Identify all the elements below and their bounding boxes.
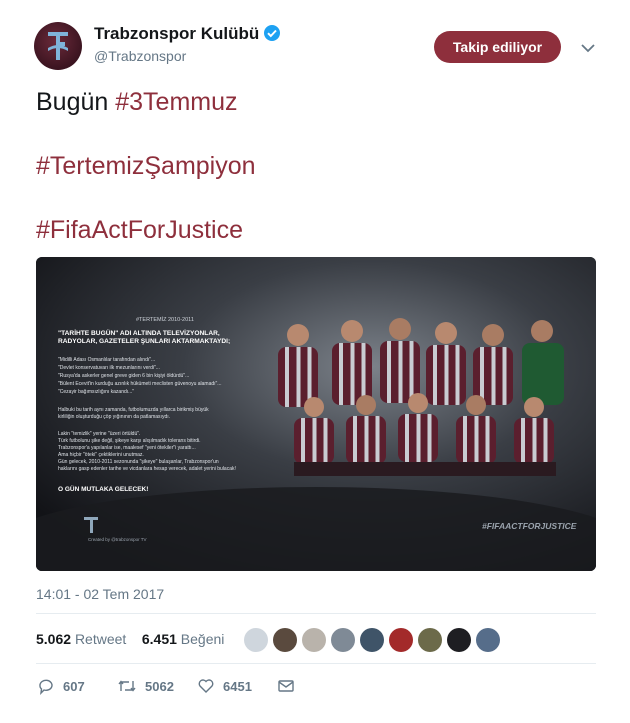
divider bbox=[36, 613, 596, 614]
tweet-timestamp[interactable]: 14:01 - 02 Tem 2017 bbox=[36, 586, 164, 602]
media-closing: O GÜN MUTLAKA GELECEK! bbox=[58, 484, 148, 493]
hashtag-link[interactable]: #FifaActForJustice bbox=[36, 216, 243, 244]
media-credit: Created by @trabzonspor TV bbox=[88, 537, 147, 542]
liker-avatar[interactable] bbox=[447, 628, 471, 652]
chevron-down-icon[interactable] bbox=[580, 40, 596, 56]
likes-stat[interactable]: 6.451 Beğeni bbox=[142, 631, 225, 647]
reply-action[interactable]: 607 bbox=[37, 677, 85, 695]
hashtag-link[interactable]: #3Temmuz bbox=[115, 88, 237, 116]
media-footer-hashtag: #FIFAACTFORJUSTICE bbox=[482, 521, 577, 531]
direct-message-action[interactable] bbox=[277, 677, 303, 695]
media-quote: "Bülent Ecevit'in kurduğu azınlık hüküme… bbox=[58, 381, 221, 387]
liker-avatar[interactable] bbox=[389, 628, 413, 652]
liker-avatar[interactable] bbox=[244, 628, 268, 652]
media-quote: "Cezayir bağımsızlığını kazandı..." bbox=[58, 389, 134, 395]
retweet-action[interactable]: 5062 bbox=[117, 677, 174, 695]
account-name[interactable]: Trabzonspor Kulübü bbox=[94, 24, 281, 44]
liker-avatar[interactable] bbox=[331, 628, 355, 652]
verified-badge-icon bbox=[264, 25, 281, 41]
liker-avatar[interactable] bbox=[302, 628, 326, 652]
account-handle[interactable]: @Trabzonspor bbox=[94, 48, 186, 64]
tweet-text-line: #TertemizŞampiyon bbox=[36, 152, 256, 181]
hashtag-link[interactable]: #TertemizŞampiyon bbox=[36, 152, 256, 180]
tweet-media-image[interactable]: #TERTEMİZ 2010-2011 "TARİHTE BUGÜN" ADI … bbox=[36, 257, 596, 571]
heart-icon bbox=[198, 679, 214, 693]
reply-icon bbox=[39, 679, 53, 695]
team-photo-graphic: #TERTEMİZ 2010-2011 "TARİHTE BUGÜN" ADI … bbox=[36, 257, 596, 571]
media-headline: "TARİHTE BUGÜN" ADI ALTINDA TELEVİZYONLA… bbox=[58, 328, 230, 345]
media-quote: "Rusya'da askerler genel greve giden 6 b… bbox=[58, 373, 189, 379]
following-button[interactable]: Takip ediliyor bbox=[434, 31, 561, 63]
media-quote: "Midilli Adası Osmanlılar tarafından alı… bbox=[58, 357, 155, 363]
liker-avatar[interactable] bbox=[360, 628, 384, 652]
envelope-icon bbox=[278, 680, 294, 692]
liker-avatar[interactable] bbox=[273, 628, 297, 652]
divider bbox=[36, 663, 596, 664]
tweet-text-line: Bugün #3Temmuz bbox=[36, 88, 238, 116]
tweet-text-line: #FifaActForJustice bbox=[36, 216, 243, 245]
engagement-stats: 5.062 Retweet 6.451 Beğeni bbox=[36, 631, 224, 647]
liker-avatar[interactable] bbox=[476, 628, 500, 652]
media-tag-small: #TERTEMİZ 2010-2011 bbox=[136, 316, 194, 323]
liker-avatar[interactable] bbox=[418, 628, 442, 652]
retweet-icon bbox=[118, 680, 136, 692]
retweets-stat[interactable]: 5.062 Retweet bbox=[36, 631, 126, 647]
avatar[interactable] bbox=[34, 22, 82, 70]
media-quote: "Devlet konservatuvarı ilk mezunlarını v… bbox=[58, 365, 160, 371]
like-action[interactable]: 6451 bbox=[197, 677, 252, 695]
trabzonspor-logo-icon bbox=[48, 32, 68, 60]
